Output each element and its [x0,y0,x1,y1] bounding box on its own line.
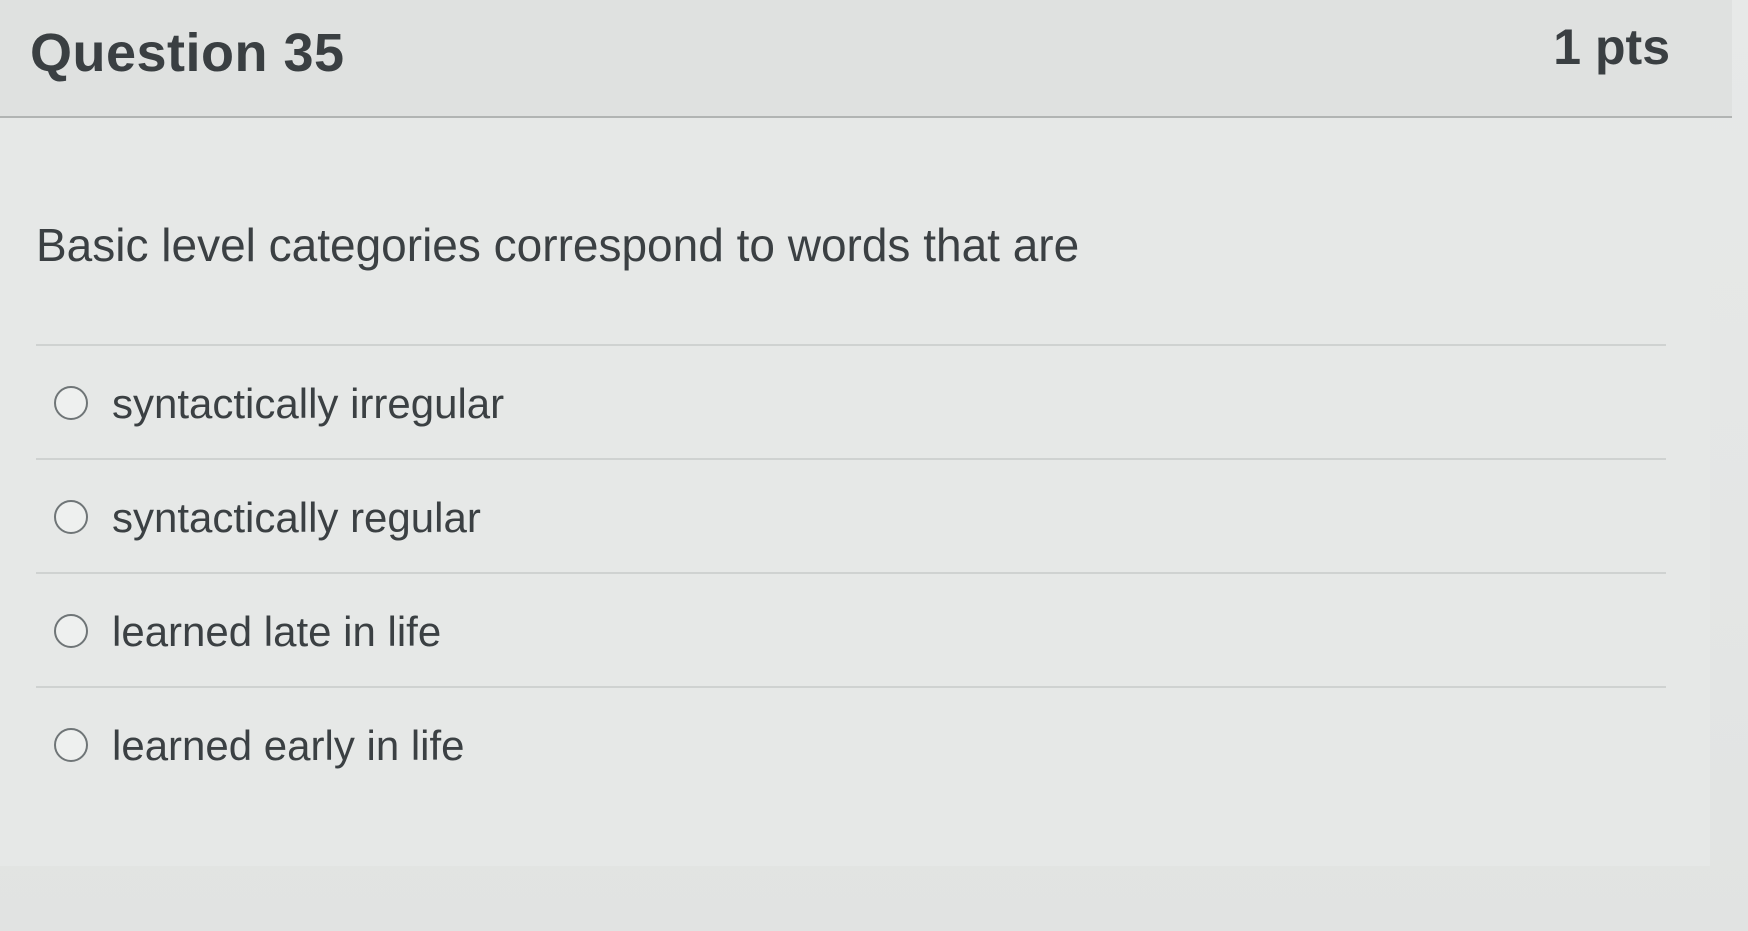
quiz-page: Question 35 1 pts Basic level categories… [0,0,1748,931]
answer-label[interactable]: syntactically regular [112,494,481,542]
question-points: 1 pts [1553,19,1670,75]
answer-list: syntactically irregular syntactically re… [36,344,1666,800]
radio-button[interactable] [54,728,88,762]
question-body: Basic level categories correspond to wor… [0,118,1710,866]
answer-option[interactable]: learned late in life [36,572,1666,686]
answer-label[interactable]: learned early in life [112,722,465,770]
radio-button[interactable] [54,386,88,420]
answer-label[interactable]: syntactically irregular [112,380,504,428]
answer-option[interactable]: syntactically irregular [36,344,1666,458]
answer-option[interactable]: syntactically regular [36,458,1666,572]
question-header: Question 35 1 pts [0,0,1732,118]
radio-button[interactable] [54,500,88,534]
question-text: Basic level categories correspond to wor… [36,219,1080,271]
answer-option[interactable]: learned early in life [36,686,1666,800]
answer-label[interactable]: learned late in life [112,608,441,656]
question-title: Question 35 [30,23,345,83]
radio-button[interactable] [54,614,88,648]
question-card: Question 35 1 pts Basic level categories… [0,0,1732,866]
